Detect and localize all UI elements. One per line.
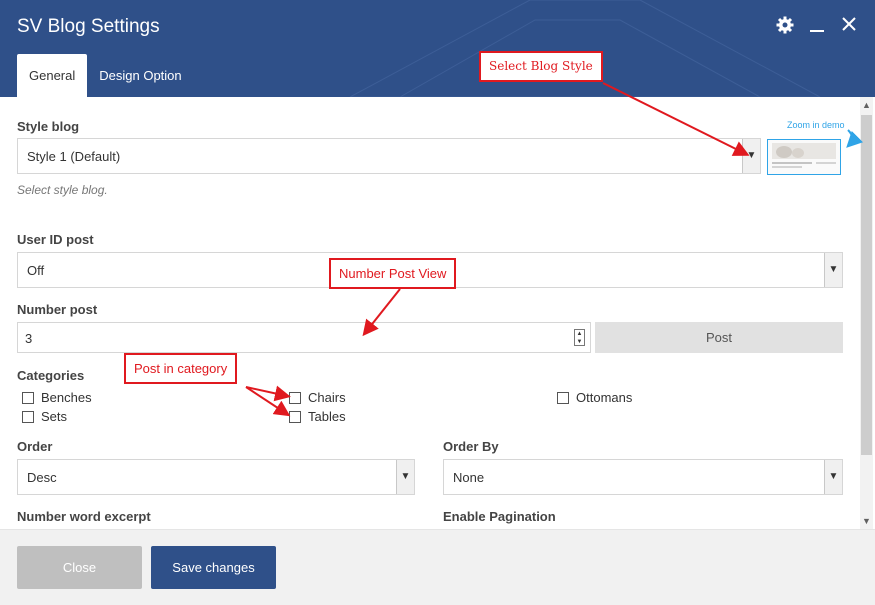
- dialog-title: SV Blog Settings: [17, 16, 160, 37]
- category-checkbox-ottomans[interactable]: Ottomans: [557, 390, 632, 405]
- style-blog-label: Style blog: [17, 119, 80, 134]
- dialog-footer: Close Save changes: [0, 529, 875, 605]
- checkbox-label: Benches: [41, 390, 92, 405]
- categories-label: Categories: [17, 368, 85, 383]
- category-checkbox-benches[interactable]: Benches: [22, 390, 92, 405]
- header-controls: [775, 16, 859, 36]
- category-checkbox-chairs[interactable]: Chairs: [289, 390, 346, 405]
- number-post-label: Number post: [17, 302, 98, 317]
- style-blog-description: Select style blog.: [17, 183, 108, 197]
- save-changes-button[interactable]: Save changes: [151, 546, 276, 589]
- chevron-down-icon[interactable]: ▼: [396, 460, 414, 494]
- close-button[interactable]: Close: [17, 546, 142, 589]
- chevron-down-icon[interactable]: ▼: [742, 139, 760, 173]
- scrollbar-thumb[interactable]: [861, 115, 872, 455]
- order-by-select[interactable]: None ▼: [443, 459, 843, 495]
- scroll-up-icon[interactable]: ▲: [860, 98, 873, 112]
- category-checkbox-tables[interactable]: Tables: [289, 409, 346, 424]
- minimize-icon[interactable]: [807, 16, 827, 36]
- vertical-scrollbar[interactable]: ▲ ▼: [860, 97, 873, 529]
- chevron-down-icon[interactable]: ▼: [824, 460, 842, 494]
- spinner-icon[interactable]: ▲ ▼: [574, 329, 585, 346]
- settings-form: Style blog Zoom in demo Style 1 (Default…: [0, 97, 875, 529]
- checkbox-label: Chairs: [308, 390, 346, 405]
- checkbox[interactable]: [289, 410, 301, 423]
- order-label: Order: [17, 439, 53, 454]
- annotation-number-post-view: Number Post View: [329, 258, 457, 289]
- zoom-in-demo-link[interactable]: Zoom in demo: [787, 120, 845, 130]
- tab-bar: General Design Option: [17, 54, 194, 97]
- user-id-post-value: Off: [27, 263, 45, 278]
- style-preview-thumbnail[interactable]: [767, 139, 841, 175]
- category-checkbox-sets[interactable]: Sets: [22, 409, 67, 424]
- order-value: Desc: [27, 470, 57, 485]
- gear-icon[interactable]: [775, 16, 795, 36]
- number-word-excerpt-label: Number word excerpt: [17, 509, 151, 524]
- order-by-value: None: [453, 470, 485, 485]
- number-post-value: 3: [25, 331, 33, 346]
- annotation-select-blog-style: Select Blog Style: [479, 51, 603, 82]
- dialog-header: SV Blog Settings General Design Option: [0, 0, 875, 97]
- user-id-post-label: User ID post: [17, 232, 94, 247]
- order-select[interactable]: Desc ▼: [17, 459, 415, 495]
- checkbox[interactable]: [557, 391, 569, 404]
- style-blog-select[interactable]: Style 1 (Default) ▼: [17, 138, 761, 174]
- number-post-input[interactable]: 3 ▲ ▼: [17, 322, 591, 353]
- checkbox[interactable]: [22, 391, 34, 404]
- order-by-label: Order By: [443, 439, 499, 454]
- annotation-post-in-category: Post in category: [124, 353, 238, 384]
- checkbox-label: Tables: [308, 409, 346, 424]
- close-icon[interactable]: [839, 16, 859, 36]
- style-blog-value: Style 1 (Default): [27, 149, 121, 164]
- scroll-down-icon[interactable]: ▼: [860, 514, 873, 528]
- checkbox-label: Ottomans: [576, 390, 633, 405]
- chevron-down-icon[interactable]: ▼: [824, 253, 842, 287]
- checkbox[interactable]: [22, 410, 34, 423]
- post-button[interactable]: Post: [595, 322, 843, 353]
- checkbox-label: Sets: [41, 409, 68, 424]
- tab-general[interactable]: General: [17, 54, 88, 97]
- checkbox[interactable]: [289, 391, 301, 404]
- tab-design-option[interactable]: Design Option: [87, 54, 193, 97]
- enable-pagination-label: Enable Pagination: [443, 509, 556, 524]
